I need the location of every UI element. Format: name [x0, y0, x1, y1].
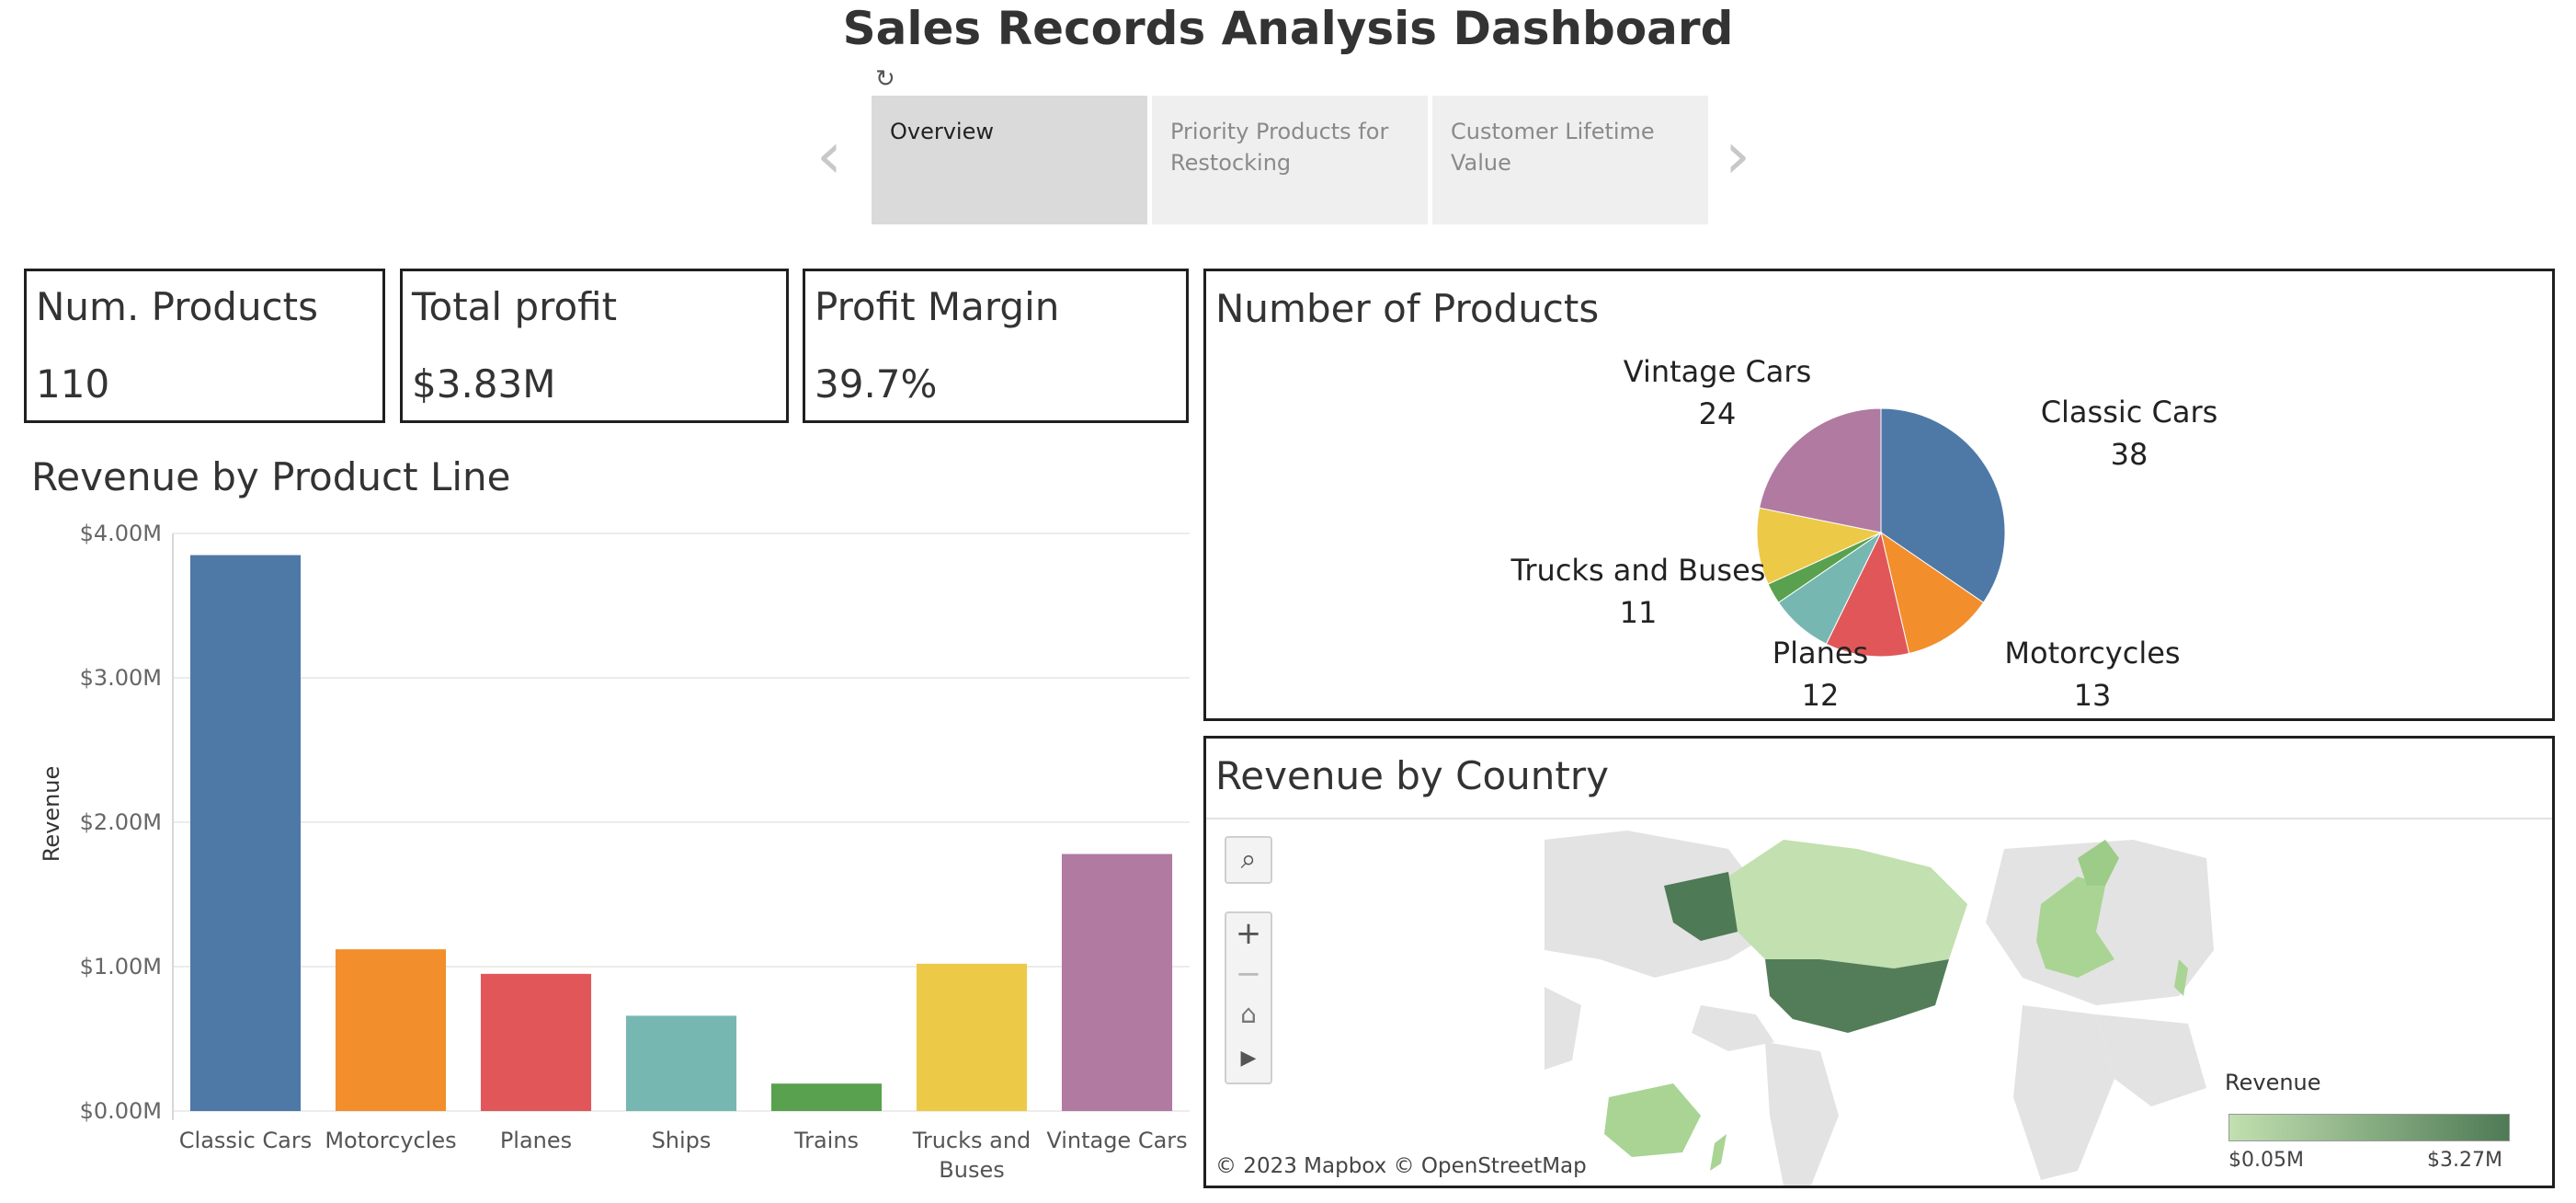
bar-classic-cars[interactable] — [189, 555, 302, 1111]
x-tick-label: Vintage Cars — [1046, 1128, 1187, 1153]
revenue-bar-chart: Revenue $0.00M $1.00M $2.00M $3.00M $4.00M Cl… — [24, 515, 1191, 1196]
bar-chart-title: Revenue by Product Line — [31, 454, 511, 499]
pie-label-name: Classic Cars — [2041, 395, 2218, 430]
tab-overview[interactable]: Overview — [872, 96, 1147, 224]
tab-label: Overview — [890, 119, 994, 144]
kpi-value: 39.7% — [815, 361, 938, 407]
y-tick-label: $0.00M — [80, 1098, 162, 1124]
bar-chart-svg: Revenue $0.00M $1.00M $2.00M $3.00M $4.00M Cl… — [39, 521, 1190, 1183]
kpi-value: $3.83M — [412, 361, 556, 407]
legend-color-ramp — [2228, 1114, 2510, 1141]
bar-motorcycles[interactable] — [335, 949, 447, 1111]
chevron-right-icon[interactable]: › — [1725, 123, 1750, 188]
y-axis-label: Revenue — [39, 766, 64, 863]
kpi-label: Total profit — [412, 284, 618, 329]
world-map[interactable] — [1544, 821, 2214, 1186]
search-icon[interactable]: ⌕ — [1225, 836, 1272, 884]
pie-label-value: 38 — [2111, 437, 2149, 472]
pie-label-name: Motorcycles — [2004, 636, 2180, 670]
kpi-label: Num. Products — [36, 284, 319, 329]
y-tick-label: $2.00M — [80, 809, 162, 835]
x-tick-label: Trucks and — [912, 1128, 1032, 1153]
pie-chart-svg: Classic Cars 38 Motorcycles 13 Planes 12 Truck… — [1510, 354, 2218, 713]
kpi-num-products: Num. Products 110 — [24, 269, 385, 423]
pie-label-name: Vintage Cars — [1624, 354, 1811, 389]
kpi-label: Profit Margin — [815, 284, 1060, 329]
chevron-left-icon[interactable]: ‹ — [816, 123, 842, 188]
pie-panel: Number of Products Classic Cars 38 Motorcy… — [1203, 269, 2555, 721]
legend-min: $0.05M — [2228, 1149, 2304, 1167]
map-attribution[interactable]: © 2023 Mapbox © OpenStreetMap — [1215, 1154, 1587, 1178]
kpi-value: 110 — [36, 361, 110, 407]
kpi-profit-margin: Profit Margin 39.7% — [803, 269, 1189, 423]
bar-vintage-cars[interactable] — [1061, 854, 1173, 1111]
legend-title: Revenue — [2225, 1070, 2321, 1095]
pie-label-name: Planes — [1772, 636, 1868, 670]
pie-label-name: Trucks and Buses — [1510, 553, 1766, 588]
tab-customer-lifetime-value[interactable]: Customer Lifetime Value — [1432, 96, 1708, 224]
map-panel: Revenue by Country ⌕ + − ⌂ ▶ © 2023 Mapb… — [1203, 736, 2555, 1188]
y-tick-label: $1.00M — [80, 954, 162, 980]
map-control-group: + − ⌂ ▶ — [1225, 911, 1272, 1084]
x-tick-label: Motorcycles — [325, 1128, 456, 1153]
home-icon[interactable]: ⌂ — [1226, 994, 1271, 1035]
tab-label: Customer Lifetime Value — [1451, 119, 1655, 176]
zoom-in-icon[interactable]: + — [1226, 913, 1271, 954]
bar-ships[interactable] — [625, 1015, 737, 1111]
play-icon[interactable]: ▶ — [1226, 1035, 1271, 1083]
refresh-icon[interactable]: ↻ — [875, 66, 901, 92]
tab-priority-products[interactable]: Priority Products for Restocking — [1152, 96, 1428, 224]
y-tick-label: $3.00M — [80, 665, 162, 691]
zoom-out-icon[interactable]: − — [1226, 954, 1271, 994]
x-tick-label: Classic Cars — [179, 1128, 312, 1153]
x-tick-label: Planes — [500, 1128, 572, 1153]
bar-trucks-and-buses[interactable] — [916, 963, 1028, 1111]
bar-planes[interactable] — [480, 973, 592, 1111]
kpi-total-profit: Total profit $3.83M — [400, 269, 789, 423]
pie-label-value: 13 — [2074, 678, 2112, 713]
tab-label: Priority Products for Restocking — [1170, 119, 1389, 176]
bar-trains[interactable] — [770, 1083, 883, 1111]
legend-max: $3.27M — [2427, 1149, 2502, 1167]
pie-label-value: 12 — [1802, 678, 1840, 713]
pie-label-value: 11 — [1620, 595, 1658, 630]
divider — [1206, 818, 2552, 819]
y-tick-label: $4.00M — [80, 521, 162, 546]
x-tick-label: Buses — [939, 1157, 1004, 1183]
dashboard-title: Sales Records Analysis Dashboard — [842, 2, 1734, 55]
x-tick-label: Trains — [793, 1128, 859, 1153]
x-tick-label: Ships — [652, 1128, 712, 1153]
pie-label-value: 24 — [1699, 396, 1737, 431]
map-title: Revenue by Country — [1215, 753, 1609, 798]
